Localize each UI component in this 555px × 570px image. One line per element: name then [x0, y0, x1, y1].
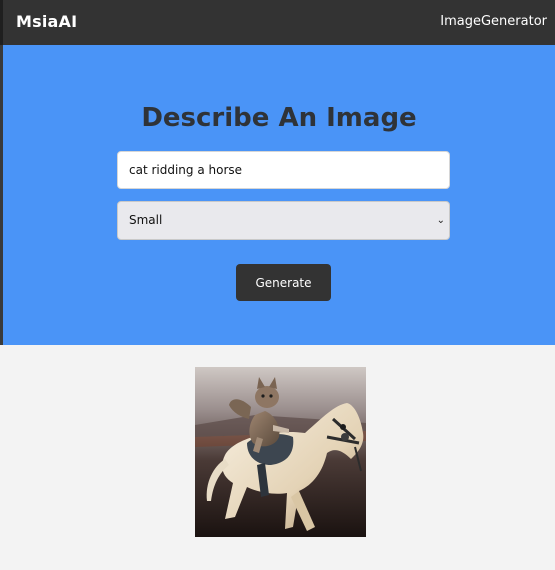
- nav-link-image-generator[interactable]: ImageGenerator: [440, 14, 547, 29]
- brand-logo[interactable]: MsiaAI: [16, 12, 77, 31]
- prompt-input[interactable]: [117, 151, 450, 189]
- size-select[interactable]: Small ⌄: [117, 201, 450, 240]
- generate-button[interactable]: Generate: [236, 264, 331, 301]
- result-section: [0, 345, 555, 570]
- image-form-section: Describe An Image Small ⌄ Generate: [0, 45, 555, 345]
- size-select-value: Small: [129, 213, 163, 227]
- navbar: MsiaAI ImageGenerator: [0, 0, 555, 45]
- page-title: Describe An Image: [141, 103, 417, 133]
- generated-image: [195, 367, 366, 537]
- chevron-down-icon: ⌄: [436, 215, 445, 226]
